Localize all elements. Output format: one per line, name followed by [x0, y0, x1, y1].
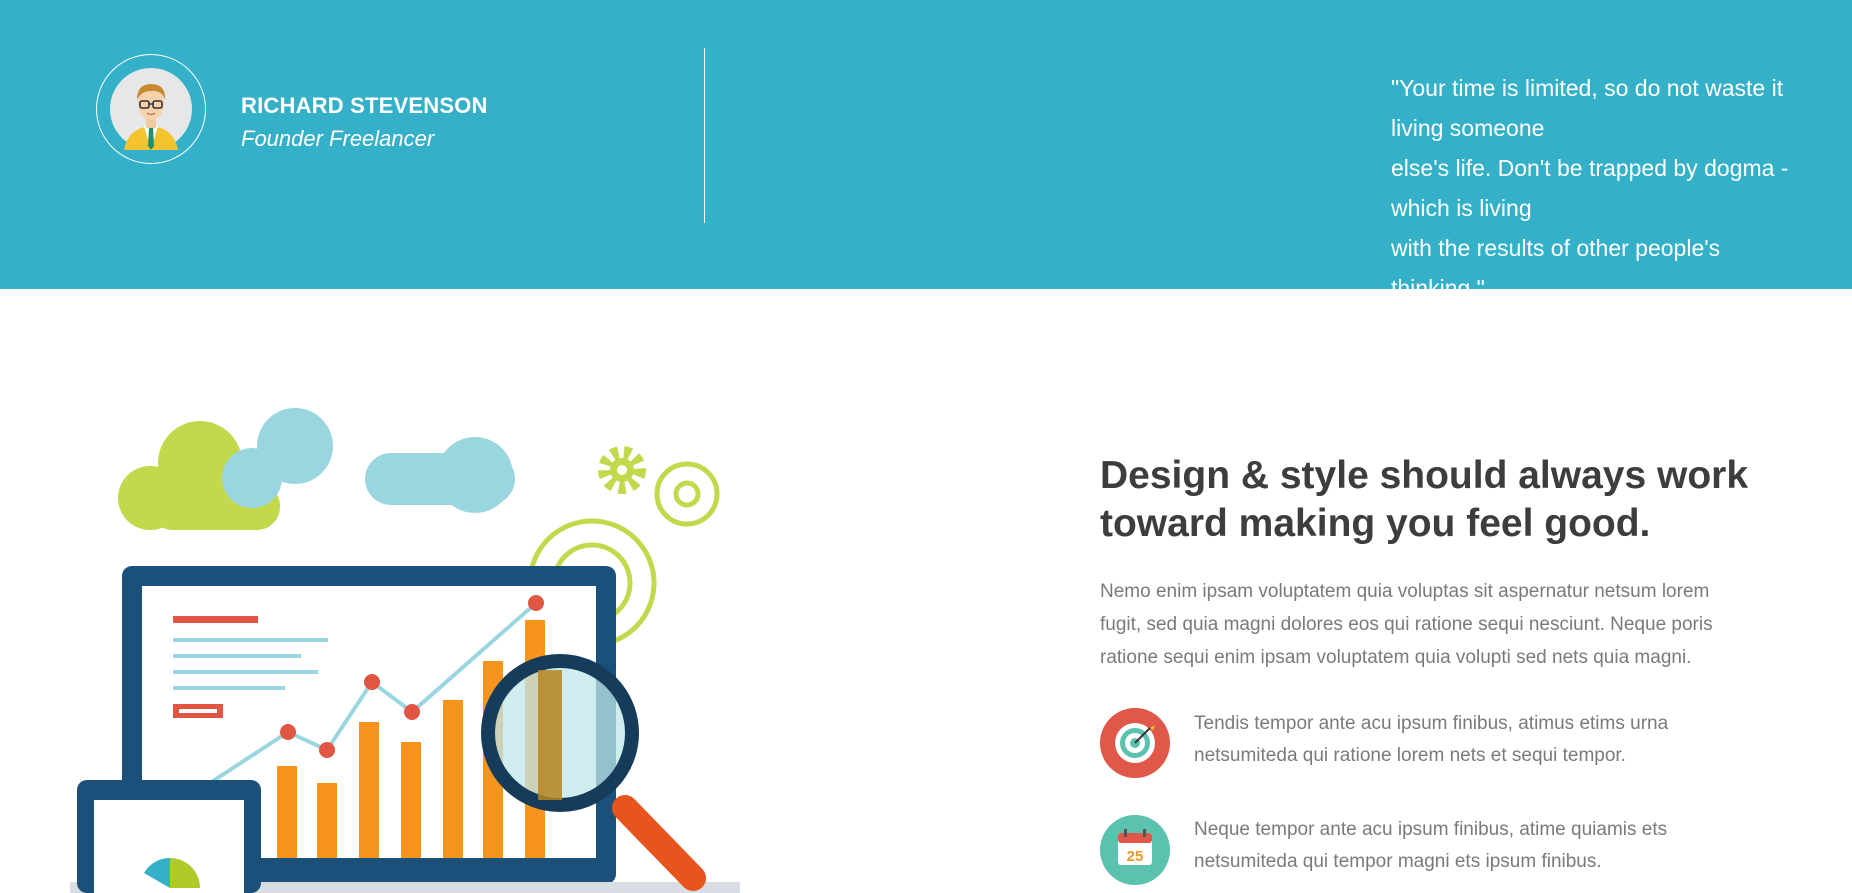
profile-role: Founder Freelancer [241, 126, 435, 151]
feature-line: netsumiteda qui tempor magni ets ipsum f… [1194, 851, 1602, 872]
quote-line: living someone [1391, 115, 1545, 141]
quote-line: "Your time is limited, so do not waste i… [1391, 75, 1784, 101]
feature-line: Tendis tempor ante acu ipsum finibus, at… [1194, 713, 1669, 734]
tablet-icon [77, 780, 261, 893]
vertical-divider [704, 48, 705, 223]
calendar-icon: 25 [1100, 815, 1170, 885]
cloud-icon [118, 408, 515, 530]
feature-item-text: Neque tempor ante acu ipsum finibus, ati… [1194, 814, 1814, 878]
paragraph-line: fugit, sed quia magni dolores eos qui ra… [1100, 614, 1713, 635]
feature-line: netsumiteda qui ratione lorem nets et se… [1194, 745, 1626, 766]
avatar [96, 54, 206, 164]
quote-line: with the results of other people's [1391, 235, 1721, 261]
feature-line: Neque tempor ante acu ipsum finibus, ati… [1194, 819, 1668, 840]
feature-item-text: Tendis tempor ante acu ipsum finibus, at… [1194, 708, 1814, 772]
profile-name: RICHARD STEVENSON [241, 93, 488, 118]
target-icon [1100, 708, 1170, 778]
heading-line: toward making you feel good. [1100, 502, 1651, 545]
analytics-illustration [70, 408, 740, 893]
heading-line: Design & style should always work [1100, 454, 1749, 497]
avatar-illustration [110, 68, 192, 150]
section-paragraph: Nemo enim ipsam voluptatem quia voluptas… [1100, 575, 1800, 674]
profile-banner: RICHARD STEVENSON Founder Freelancer "Yo… [0, 0, 1852, 289]
quote-line: else's life. Don't be trapped by dogma - [1391, 155, 1789, 181]
quote-line: which is living [1391, 195, 1532, 221]
quote-line: thinking." [1391, 275, 1485, 289]
paragraph-line: ratione sequi enim ipsam voluptatem quia… [1100, 647, 1692, 668]
paragraph-line: Nemo enim ipsam voluptatem quia voluptas… [1100, 581, 1710, 602]
section-heading: Design & style should always work toward… [1100, 452, 1820, 548]
calendar-day: 25 [1127, 848, 1144, 865]
quote-text: "Your time is limited, so do not waste i… [1391, 68, 1846, 289]
